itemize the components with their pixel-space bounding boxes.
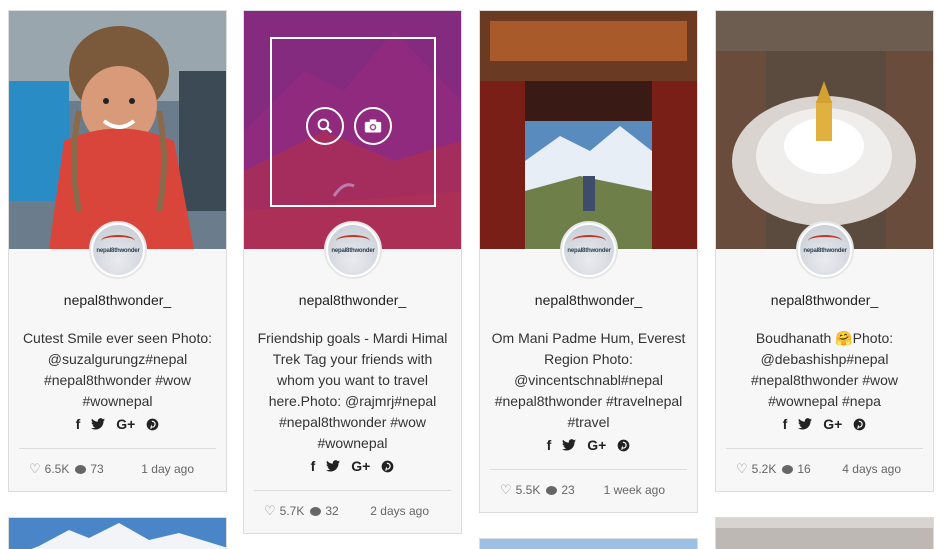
avatar-logo-text: nepal8thwonder xyxy=(567,248,611,254)
likes-count: 5.7K xyxy=(279,504,305,518)
post-photo[interactable] xyxy=(9,11,226,249)
mountain-photo-partial xyxy=(9,518,226,549)
heart-icon[interactable]: ♡ xyxy=(736,461,748,477)
camera-icon[interactable] xyxy=(354,107,392,145)
share-icons: f G+ xyxy=(490,435,687,455)
post-time: 1 day ago xyxy=(141,462,194,476)
post-card[interactable]: nepal8thwonder nepal8thwonder_ Friendshi… xyxy=(243,10,462,534)
pinterest-icon[interactable] xyxy=(381,460,394,473)
username[interactable]: nepal8thwonder_ xyxy=(726,292,923,308)
heart-icon[interactable]: ♡ xyxy=(29,461,41,477)
heart-icon[interactable]: ♡ xyxy=(264,503,276,519)
likes-count: 5.2K xyxy=(751,462,777,476)
pinterest-icon[interactable] xyxy=(853,418,866,431)
avatar[interactable]: nepal8thwonder xyxy=(324,221,382,279)
pinterest-icon[interactable] xyxy=(146,418,159,431)
post-footer: ♡ 5.5K 23 1 week ago xyxy=(490,469,687,512)
post-caption: Friendship goals - Mardi Himal Trek Tag … xyxy=(257,330,448,451)
instagram-feed-grid: nepal8thwonder nepal8thwonder_ Cutest Sm… xyxy=(0,0,944,549)
google-plus-icon[interactable]: G+ xyxy=(587,437,606,453)
post-footer: ♡ 6.5K 73 1 day ago xyxy=(19,448,216,491)
post-caption: Om Mani Padme Hum, Everest Region Photo:… xyxy=(491,330,686,430)
comment-icon[interactable] xyxy=(782,464,794,474)
comment-icon[interactable] xyxy=(75,464,87,474)
heart-icon[interactable]: ♡ xyxy=(500,482,512,498)
share-icons: f G+ xyxy=(19,414,216,434)
post-card-partial[interactable] xyxy=(479,538,698,549)
post-card[interactable]: nepal8thwonder nepal8thwonder_ Om Mani P… xyxy=(479,10,698,513)
sky-photo-partial xyxy=(480,539,697,549)
comments-count: 16 xyxy=(797,462,811,476)
post-caption: Cutest Smile ever seen Photo: @suzalguru… xyxy=(22,330,213,409)
twitter-icon[interactable] xyxy=(326,460,341,472)
post-footer: ♡ 5.7K 32 2 days ago xyxy=(254,490,451,533)
avatar-logo-text: nepal8thwonder xyxy=(803,248,847,254)
post-photo[interactable] xyxy=(244,11,461,249)
google-plus-icon[interactable]: G+ xyxy=(351,458,370,474)
avatar[interactable]: nepal8thwonder xyxy=(796,221,854,279)
username[interactable]: nepal8thwonder_ xyxy=(254,292,451,308)
monastery-door-photo xyxy=(480,11,697,249)
pinterest-icon[interactable] xyxy=(617,439,630,452)
post-footer: ♡ 5.2K 16 4 days ago xyxy=(726,448,923,491)
comment-icon[interactable] xyxy=(310,506,322,516)
avatar[interactable]: nepal8thwonder xyxy=(560,221,618,279)
comments-count: 32 xyxy=(325,504,339,518)
post-card-partial[interactable] xyxy=(8,517,227,549)
post-photo[interactable] xyxy=(716,11,933,249)
post-caption: Boudhanath 🤗Photo: @debashishp#nepal #ne… xyxy=(750,330,899,409)
facebook-icon[interactable]: f xyxy=(76,416,81,432)
facebook-icon[interactable]: f xyxy=(547,437,552,453)
share-icons: f G+ xyxy=(726,414,923,434)
twitter-icon[interactable] xyxy=(91,418,106,430)
post-card-partial[interactable] xyxy=(715,517,934,549)
comments-count: 23 xyxy=(561,483,575,497)
avatar[interactable]: nepal8thwonder xyxy=(89,221,147,279)
post-photo[interactable] xyxy=(480,11,697,249)
post-time: 2 days ago xyxy=(370,504,429,518)
comment-icon[interactable] xyxy=(546,485,558,495)
avatar-logo-text: nepal8thwonder xyxy=(96,248,140,254)
username[interactable]: nepal8thwonder_ xyxy=(19,292,216,308)
post-time: 4 days ago xyxy=(842,462,901,476)
username[interactable]: nepal8thwonder_ xyxy=(490,292,687,308)
avatar-logo-text: nepal8thwonder xyxy=(331,248,375,254)
comments-count: 73 xyxy=(90,462,104,476)
likes-count: 5.5K xyxy=(515,483,541,497)
twitter-icon[interactable] xyxy=(798,418,813,430)
google-plus-icon[interactable]: G+ xyxy=(116,416,135,432)
likes-count: 6.5K xyxy=(44,462,70,476)
hover-overlay[interactable] xyxy=(244,11,461,249)
search-icon[interactable] xyxy=(306,107,344,145)
post-card[interactable]: nepal8thwonder nepal8thwonder_ Cutest Sm… xyxy=(8,10,227,492)
child-photo xyxy=(9,11,226,249)
landscape-photo-partial xyxy=(716,518,933,549)
post-card[interactable]: nepal8thwonder nepal8thwonder_ Boudhanat… xyxy=(715,10,934,492)
facebook-icon[interactable]: f xyxy=(783,416,788,432)
boudhanath-stupa-photo xyxy=(716,11,933,249)
google-plus-icon[interactable]: G+ xyxy=(823,416,842,432)
post-time: 1 week ago xyxy=(603,483,665,497)
share-icons: f G+ xyxy=(254,456,451,476)
overlay-frame xyxy=(270,37,436,207)
twitter-icon[interactable] xyxy=(562,439,577,451)
facebook-icon[interactable]: f xyxy=(311,458,316,474)
